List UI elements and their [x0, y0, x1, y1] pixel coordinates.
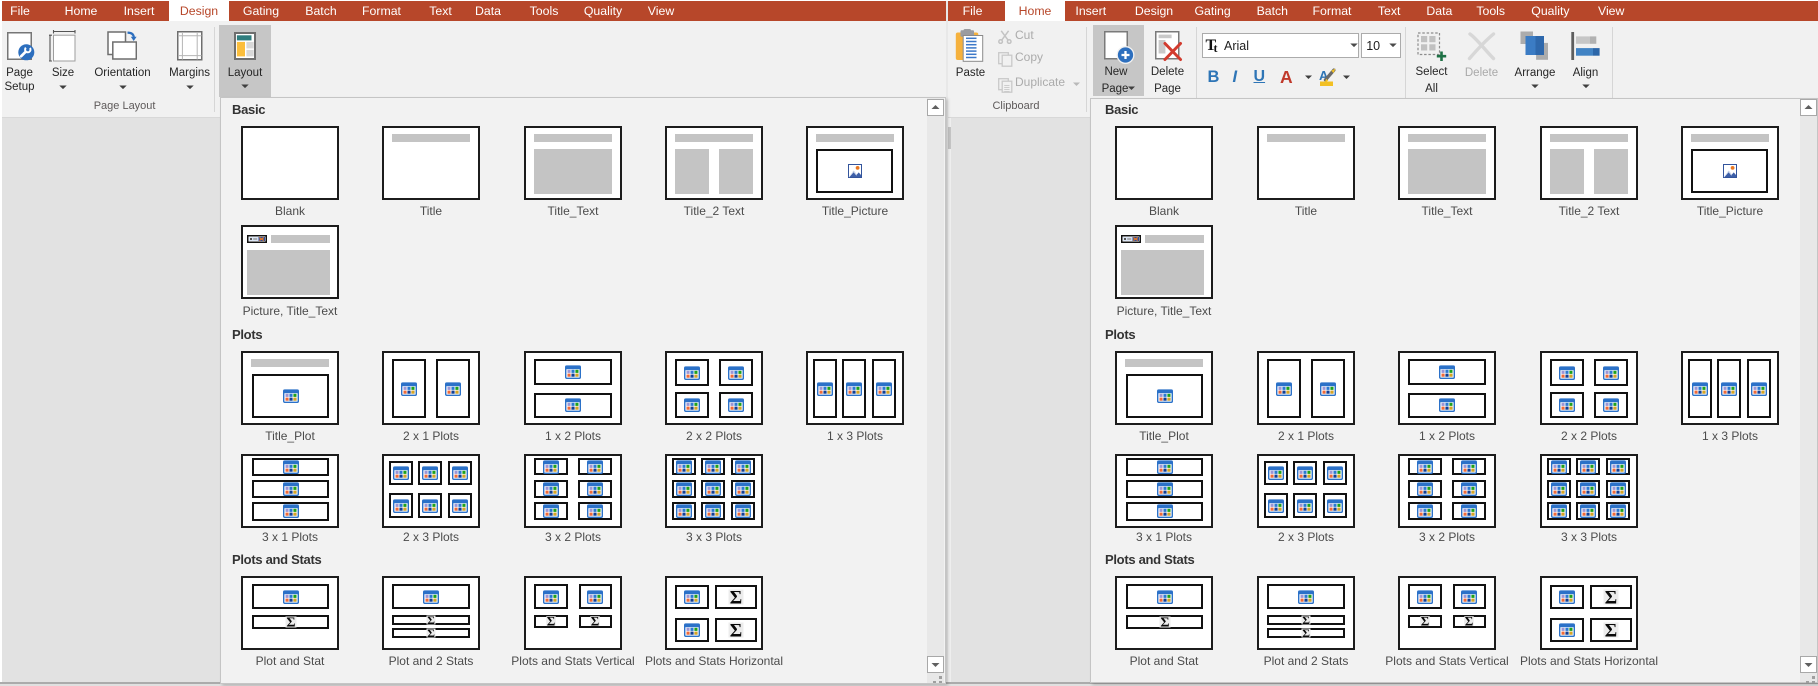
svg-text:Σ: Σ	[730, 620, 742, 641]
svg-text:Σ: Σ	[730, 587, 742, 608]
svg-text:Σ: Σ	[1160, 615, 1169, 630]
svg-text:Σ: Σ	[1605, 620, 1617, 641]
svg-text:Σ: Σ	[1605, 587, 1617, 608]
svg-text:Σ: Σ	[427, 626, 435, 640]
svg-text:Σ: Σ	[1421, 614, 1430, 629]
svg-text:Σ: Σ	[1302, 626, 1310, 640]
svg-text:Σ: Σ	[286, 615, 295, 630]
svg-text:Σ: Σ	[591, 614, 600, 629]
svg-text:Σ: Σ	[1465, 614, 1474, 629]
svg-text:Σ: Σ	[547, 614, 556, 629]
